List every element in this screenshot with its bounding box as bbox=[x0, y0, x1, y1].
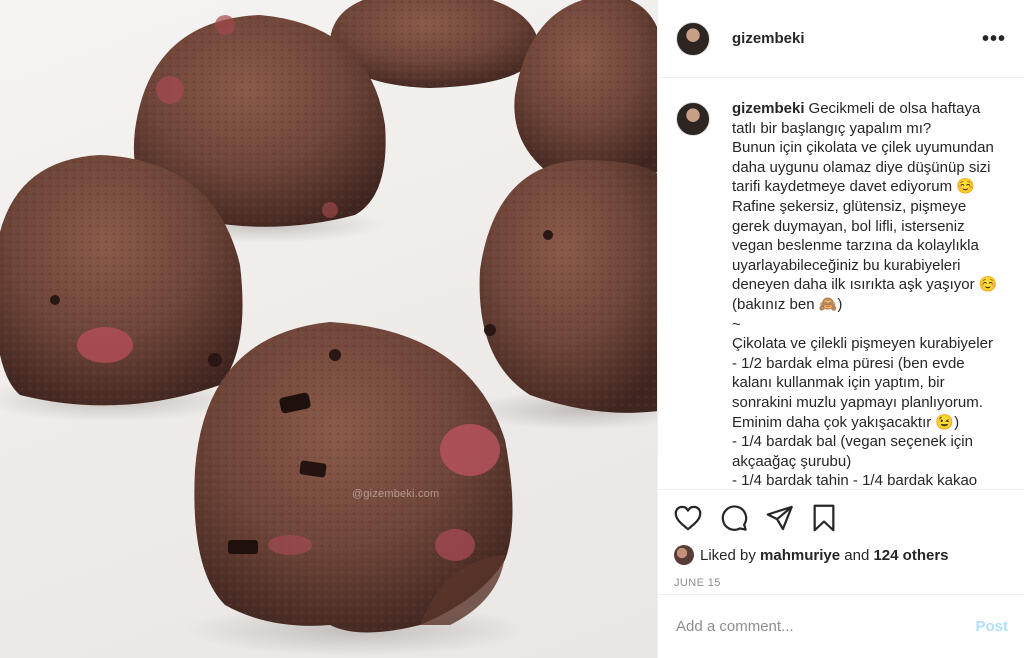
author-avatar[interactable] bbox=[676, 21, 710, 56]
comment-icon[interactable] bbox=[720, 504, 748, 532]
caption-line: sonrakini muzlu yapmayı planlıyorum. bbox=[732, 393, 983, 411]
caption-line: (bakınız ben 🙈) bbox=[732, 295, 843, 313]
caption-line: Rafine şekersiz, glütensiz, pişmeye bbox=[732, 197, 967, 215]
caption-scroll-area[interactable]: gizembeki Gecikmeli de olsa haftaya tatlı… bbox=[658, 79, 1024, 489]
action-icons bbox=[674, 490, 1008, 546]
photo-watermark: @gizembeki.com bbox=[352, 488, 440, 500]
caption-line: tarifi kaydetmeye davet ediyorum ☺️ bbox=[732, 178, 975, 196]
caption-line: - 1/2 bardak elma püresi (ben evde bbox=[732, 354, 965, 372]
post-actions: Liked by mahmuriye and 124 others JUNE 1… bbox=[658, 489, 1024, 594]
caption-username[interactable]: gizembeki bbox=[732, 100, 805, 117]
post-caption: gizembeki Gecikmeli de olsa haftaya tatlı… bbox=[732, 99, 1006, 489]
caption-line: Çikolata ve çilekli pişmeyen kurabiyeler bbox=[732, 335, 993, 353]
caption-line: gerek duymayan, bol lifli, isterseniz bbox=[732, 217, 965, 235]
post-date[interactable]: JUNE 15 bbox=[674, 577, 1008, 589]
caption-row: gizembeki Gecikmeli de olsa haftaya tatlı… bbox=[658, 79, 1024, 489]
likes-summary: Liked by mahmuriye and 124 others bbox=[674, 545, 1008, 565]
likes-count[interactable]: 124 others bbox=[873, 547, 948, 564]
more-options-icon[interactable]: ••• bbox=[982, 29, 1006, 49]
caption-line: Eminim daha çok yakışacaktır 😉) bbox=[732, 413, 960, 431]
cookies-illustration bbox=[0, 0, 657, 656]
liker-username[interactable]: mahmuriye bbox=[760, 547, 840, 564]
caption-line: uyarlayabileceğiniz bu kurabiyeleri bbox=[732, 256, 961, 274]
caption-line: - 1/4 bardak tahin - 1/4 bardak kakao bbox=[732, 472, 978, 489]
caption-line: - 1/4 bardak bal (vegan seçenek için bbox=[732, 433, 973, 451]
comment-input[interactable] bbox=[676, 618, 976, 635]
caption-line: Bunun için çikolata ve çilek uyumundan bbox=[732, 139, 994, 157]
author-username[interactable]: gizembeki bbox=[732, 30, 805, 47]
caption-line: vegan beslenme tarzına da kolaylıkla bbox=[732, 237, 979, 255]
caption-line: tatlı bir başlangıç yapalım mı? bbox=[732, 119, 932, 137]
share-icon[interactable] bbox=[766, 505, 794, 531]
bookmark-icon[interactable] bbox=[812, 504, 836, 532]
post-photo[interactable]: @gizembeki.com bbox=[0, 0, 657, 658]
liker-avatar[interactable] bbox=[674, 545, 694, 565]
caption-line: kalanı kullanmak için yaptım, bir bbox=[732, 374, 945, 392]
caption-line: deneyen daha ilk ısırıkta aşk yaşıyor ☺️ bbox=[732, 276, 998, 294]
caption-line: Gecikmeli de olsa haftaya bbox=[808, 100, 981, 117]
caption-line: akçaağaç şurubu) bbox=[732, 452, 852, 470]
likes-conjunction: and bbox=[844, 546, 870, 564]
likes-prefix: Liked by bbox=[700, 546, 756, 564]
post-header: gizembeki ••• bbox=[658, 0, 1024, 78]
post-comment-button[interactable]: Post bbox=[975, 618, 1008, 635]
caption-avatar[interactable] bbox=[676, 102, 710, 136]
caption-line: daha uygunu olamaz diye düşünüp sizi bbox=[732, 158, 991, 176]
comment-form: Post bbox=[658, 594, 1024, 658]
post-sidebar: gizembeki ••• gizembeki Gecikmeli de olsa… bbox=[657, 0, 1024, 658]
heart-icon[interactable] bbox=[674, 505, 702, 531]
caption-line: ~ bbox=[732, 315, 741, 333]
